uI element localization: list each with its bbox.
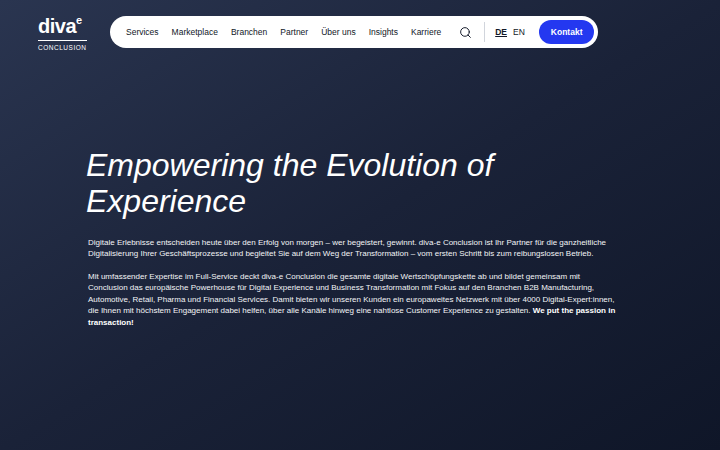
page: divaeCONCLUSION Services Marketplace Branch… xyxy=(0,0,720,450)
language-option[interactable]: DE xyxy=(495,26,507,39)
nav-item[interactable]: Marketplace xyxy=(172,26,218,39)
header: divaeCONCLUSION Services Marketplace Branch… xyxy=(0,0,720,53)
search-icon[interactable] xyxy=(459,26,472,39)
divider xyxy=(484,22,485,42)
hero-paragraph: Mit umfassender Expertise im Full-Servic… xyxy=(88,271,618,329)
contact-button[interactable]: Kontakt xyxy=(539,20,595,44)
nav-item[interactable]: Branchen xyxy=(231,26,267,39)
language-option[interactable]: EN xyxy=(513,26,525,39)
logo[interactable]: divaeCONCLUSION xyxy=(38,16,110,53)
hero-paragraph: Digitale Erlebnisse entscheiden heute üb… xyxy=(88,237,618,260)
hero-title: Empowering the Evolution ofExperience xyxy=(86,147,620,219)
nav-item[interactable]: Über uns xyxy=(321,26,356,39)
nav-item[interactable]: Karriere xyxy=(411,26,441,39)
nav-item[interactable]: Services xyxy=(126,26,159,39)
hero: Empowering the Evolution ofExperience Dig… xyxy=(0,147,720,329)
nav-item[interactable]: Partner xyxy=(280,26,308,39)
nav-item[interactable]: Insights xyxy=(369,26,398,39)
nav-bar: Services Marketplace Branchen Partner Über u… xyxy=(110,16,598,48)
tagline: We put the passion in transaction! xyxy=(88,306,615,327)
